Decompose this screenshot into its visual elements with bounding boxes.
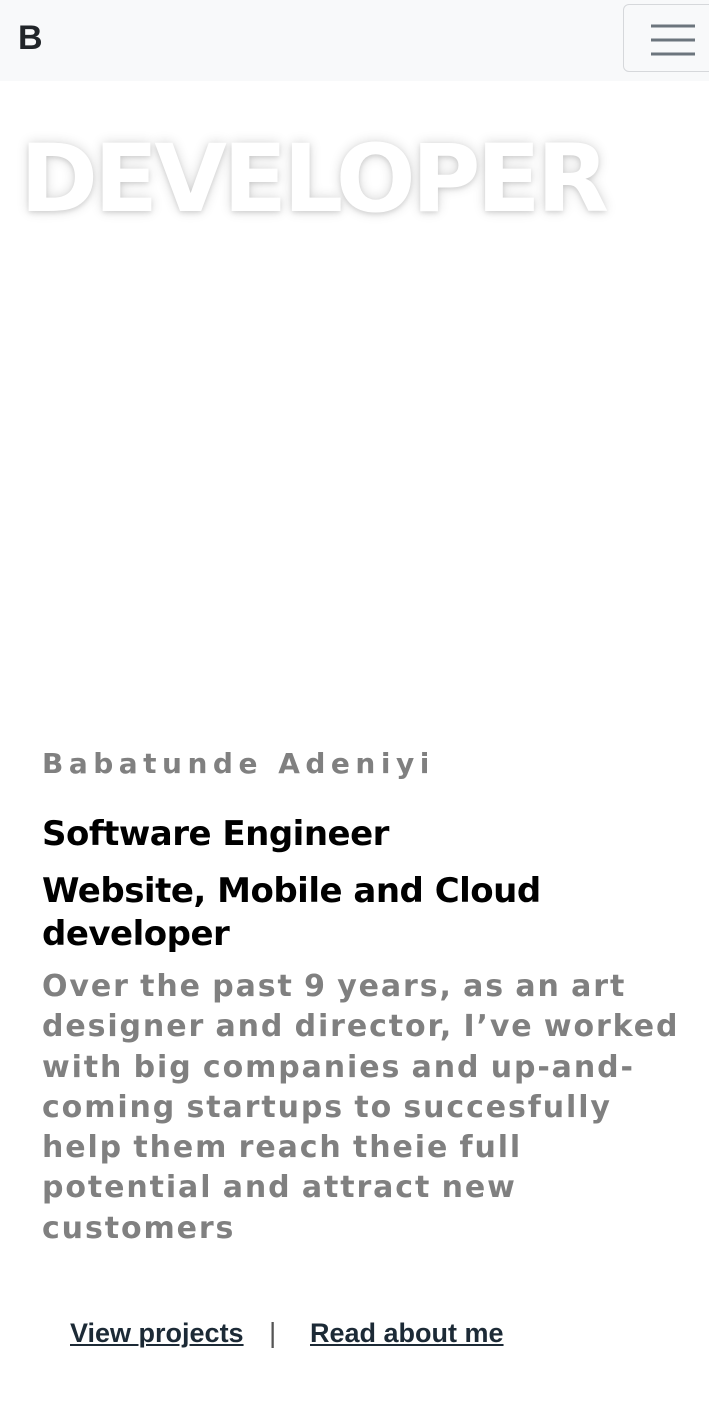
navbar: B — [0, 0, 709, 81]
read-about-label: Read about me — [310, 1318, 504, 1348]
role-subtitle: Website, Mobile and Cloud developer — [42, 871, 541, 954]
view-projects-link[interactable]: View projects — [70, 1316, 244, 1359]
intro-description: Over the past 9 years, as an art designe… — [42, 969, 680, 1246]
author-name: Babatunde Adeniyi — [42, 747, 435, 780]
brand-logo[interactable]: B — [18, 18, 43, 58]
hamburger-menu-icon — [651, 24, 695, 56]
link-highlight — [310, 1347, 499, 1359]
menu-toggle-button[interactable] — [623, 4, 709, 72]
link-separator: | — [269, 1317, 277, 1348]
view-projects-label: View projects — [70, 1318, 244, 1348]
role-title: Software Engineer — [42, 814, 389, 854]
hero-background-word: DEVELOPER — [20, 125, 609, 234]
read-about-link[interactable]: Read about me — [310, 1316, 504, 1359]
link-highlight — [70, 1347, 241, 1359]
